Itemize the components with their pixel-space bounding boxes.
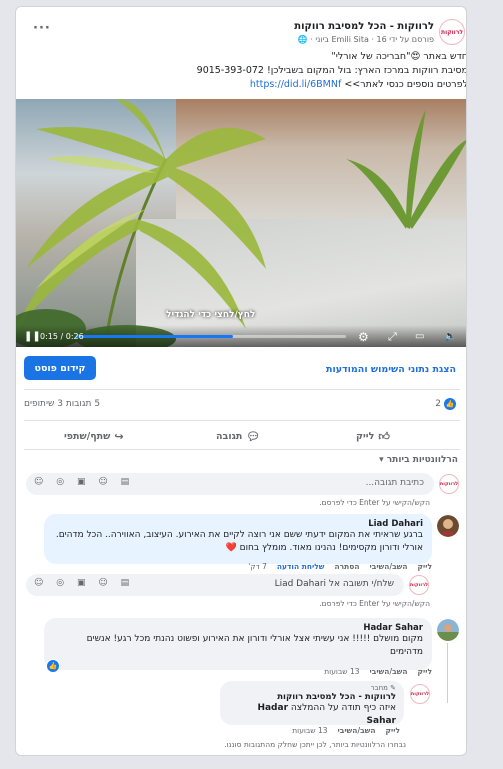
post-text-line-1: חדש באתר 😍"חבריכה של אורלי" (331, 51, 467, 62)
video-player[interactable]: לחץ/לחצי כדי להגדיל ❚❚ 0:15 / 0:26 ⚙ ⤢ ▭… (16, 99, 466, 347)
comment-like-link[interactable]: לייק (418, 667, 432, 676)
comment-hide-link[interactable]: הסתרה (334, 562, 359, 571)
pip-icon[interactable]: ▭ (415, 331, 424, 343)
author-badge: ✎ מחבר (370, 684, 396, 692)
page-name[interactable]: לרווקות - הכל למסיבת רווקות (216, 21, 434, 32)
fullscreen-icon[interactable]: ⤢ (388, 331, 397, 343)
comment-actions-liad: לייק השב/השיבי הסתרה שליחת הודעה 7 דק' (248, 562, 432, 571)
post-meta: פורסם על ידי Emili Sita · 16 ביוני · 🌐 (216, 35, 434, 44)
comment-author[interactable]: Liad Dahari (53, 519, 423, 529)
comment-bubble-hadar: Hadar Sahar מקום מושלם !!!!! אני עשיתי א… (44, 618, 432, 670)
share-label: שתף/שתפי (64, 430, 111, 442)
like-button[interactable]: 👍︎ לייק (356, 427, 390, 445)
divider (24, 449, 460, 450)
volume-icon[interactable]: 🔈 (444, 331, 456, 343)
more-options-icon[interactable]: ··· (33, 21, 51, 36)
page-avatar-small: לרווקות (439, 474, 459, 494)
page-reply-bubble: ✎ מחבר לרווקות - הכל למסיבת רווקות איזה … (220, 681, 404, 728)
video-right-plant (346, 109, 466, 229)
comment-author[interactable]: Hadar Sahar (53, 623, 423, 633)
enter-hint: הקש/הקישי על Enter כדי לפרסם. (319, 498, 430, 507)
page-reply-actions: לייק השב/השיבי 13 שבועות (292, 726, 400, 735)
video-progress-fill (76, 335, 233, 338)
likes-number: 2 (435, 399, 441, 409)
comment-time: 13 שבועות (324, 667, 360, 676)
insights-link[interactable]: הצגת נתוני השימוש והמודעות (326, 364, 456, 375)
reply-like-link[interactable]: לייק (386, 726, 400, 735)
reply-input-placeholder: שלח/י תשובה אל Liad Dahari (274, 579, 394, 589)
likes-count[interactable]: 2 👍 (435, 398, 456, 410)
comment-icon: 💬︎ (246, 429, 261, 443)
comments-shares-count[interactable]: 5 תגובות 3 שיתופים (24, 399, 100, 409)
thumbs-up-icon: 👍︎ (378, 429, 390, 443)
composer-icons[interactable]: ☺ ◎ ▣ ☺ ▤ (34, 477, 134, 487)
reply-time: 13 שבועות (292, 726, 328, 735)
like-reaction-icon: 👍 (444, 398, 456, 410)
comment-label: תגובה (216, 430, 243, 442)
reply-composer-icons[interactable]: ☺ ◎ ▣ ☺ ▤ (34, 578, 134, 588)
comment-bubble-liad: Liad Dahari ברגע שראיתי את המקום ידעתי ש… (44, 514, 432, 564)
reply-enter-hint: הקש/הקישי על Enter כדי לפרסם. (319, 599, 430, 608)
share-button[interactable]: ↪ שתף/שתפי (64, 427, 124, 445)
settings-icon[interactable]: ⚙ (358, 331, 369, 343)
video-time: 0:15 / 0:26 (40, 332, 84, 341)
reply-text: איזה כיף תודה על ההמלצה Hadar Sahar (228, 702, 396, 728)
comment-button[interactable]: 💬︎ תגובה (216, 427, 260, 445)
video-caption: לחץ/לחצי כדי להגדיל (166, 310, 256, 320)
post-link[interactable]: https://did.li/6BMNf (250, 79, 341, 90)
divider (24, 389, 460, 390)
reply-reply-link[interactable]: השב/השיבי (338, 726, 376, 735)
comment-reply-link[interactable]: השב/השיבי (370, 667, 408, 676)
post-meta-text: פורסם על ידי Emili Sita · 16 ביוני · (307, 35, 434, 44)
reply-author[interactable]: לרווקות - הכל למסיבת רווקות (228, 692, 396, 702)
hadar-avatar[interactable] (437, 619, 459, 641)
like-label: לייק (356, 430, 375, 442)
comment-text: ברגע שראיתי את המקום ידעתי ששם אני רוצה … (55, 530, 423, 553)
post-text-line-3: לפרטים נוספים כנסי לאתר>> https://did.li… (56, 79, 467, 91)
promote-post-button[interactable]: קידום פוסט (24, 356, 96, 380)
globe-icon: 🌐 (297, 35, 308, 44)
comment-input-placeholder: כתיבת תגובה... (365, 478, 424, 488)
comment-reply-link[interactable]: השב/השיבי (370, 562, 408, 571)
divider (24, 420, 460, 421)
reply-input[interactable]: שלח/י תשובה אל Liad Dahari ☺ ◎ ▣ ☺ ▤ (26, 574, 404, 596)
reply-text-prefix: איזה כיף תודה על ההמלצה (288, 703, 396, 713)
comment-time: 7 דק' (248, 562, 267, 571)
share-icon: ↪ (114, 429, 124, 443)
page-avatar-small: לרווקות (409, 575, 429, 595)
post-text-prefix: לפרטים נוספים כנסי לאתר>> (341, 79, 467, 90)
comment-actions-hadar: לייק השב/השיבי 13 שבועות (324, 667, 432, 676)
liad-avatar[interactable] (437, 515, 459, 537)
post-card: לרווקות לרווקות - הכל למסיבת רווקות פורס… (15, 6, 467, 756)
page-avatar-small: לרווקות (410, 684, 430, 704)
pause-icon[interactable]: ❚❚ (24, 331, 41, 343)
filter-footnote: נבחרו הרלוונטיות ביותר, לכן ייתכן שחלק מ… (224, 740, 406, 749)
comment-filter[interactable]: הרלוונטיות ביותר ▾ (379, 455, 458, 465)
like-reaction-icon[interactable]: 👍 (46, 659, 60, 673)
video-progress[interactable] (76, 335, 346, 338)
page-avatar[interactable]: לרווקות (439, 19, 465, 45)
send-message-link[interactable]: שליחת הודעה (277, 562, 325, 571)
thread-line (447, 643, 448, 703)
post-text-line-2: מסיבת רווקות במרכז הארץ: בול המקום בשביל… (196, 65, 467, 76)
comment-text: מקום מושלם !!!!! אני עשיתי אצל אורלי ודו… (86, 634, 423, 657)
comment-input[interactable]: כתיבת תגובה... ☺ ◎ ▣ ☺ ▤ (26, 473, 434, 495)
comment-like-link[interactable]: לייק (418, 562, 432, 571)
